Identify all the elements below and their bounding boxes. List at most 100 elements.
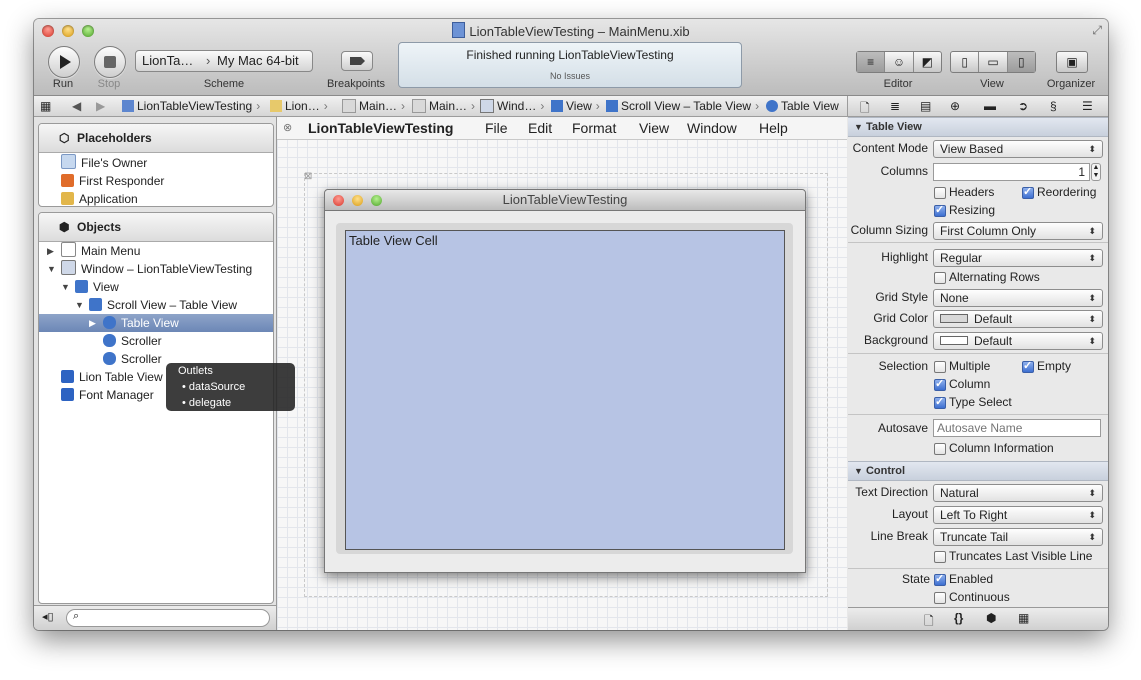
menu-file[interactable]: File	[485, 117, 508, 139]
grid-style-label: Grid Style	[875, 290, 928, 304]
outlet-delegate[interactable]: • delegate	[182, 397, 231, 409]
menu-close-icon[interactable]: ⊗	[283, 117, 292, 139]
enabled-label: Enabled	[949, 572, 994, 586]
column-checkbox[interactable]	[934, 377, 946, 391]
run-button[interactable]	[48, 46, 80, 78]
outline-item-table-view[interactable]: Table View	[103, 314, 179, 332]
placeholder-application[interactable]: Application	[61, 190, 138, 206]
outline-item-lion-table-view[interactable]: Lion Table View	[61, 368, 163, 386]
text-direction-popup[interactable]: Natural ⬍	[933, 484, 1103, 502]
outline-item-scroll-view[interactable]: Scroll View – Table View	[89, 296, 237, 314]
outlet-datasource[interactable]: • dataSource	[182, 381, 245, 393]
interface-builder-canvas[interactable]: ⊗ LionTableViewTesting File Edit Format …	[277, 117, 847, 630]
bindings-inspector-icon[interactable]: §	[1050, 99, 1057, 113]
grid-style-popup[interactable]: None ⬍	[933, 289, 1103, 307]
content-mode-popup[interactable]: View Based ⬍	[933, 140, 1103, 158]
grid-color-popup[interactable]: Default ⬍	[933, 310, 1103, 328]
disclosure-closed-icon[interactable]: ▶	[47, 246, 54, 257]
outline-search-field[interactable]: ⌕	[66, 609, 270, 627]
standard-editor-icon[interactable]: ≡	[857, 52, 886, 72]
column-sizing-popup[interactable]: First Column Only ⬍	[933, 222, 1103, 240]
outline-item-view[interactable]: View	[75, 278, 119, 296]
jumpbar-item-view[interactable]: View ›	[551, 96, 600, 116]
table-view-cell[interactable]: Table View Cell	[349, 233, 438, 248]
disclosure-open-icon[interactable]: ▼	[75, 300, 84, 310]
table-view-section-header[interactable]: ▼ Table View	[848, 117, 1108, 137]
scroll-view[interactable]: Table View Cell	[336, 223, 793, 554]
file-template-library-icon[interactable]: 🗋	[924, 612, 934, 630]
utilities-toggle-icon[interactable]: ▯	[1007, 52, 1035, 72]
empty-checkbox[interactable]	[1022, 359, 1034, 373]
jumpbar-item-table-view[interactable]: Table View	[766, 96, 839, 116]
outline-item-font-manager[interactable]: Font Manager	[61, 386, 154, 404]
jumpbar-item-xib[interactable]: Main… ›	[342, 96, 405, 116]
menu-view[interactable]: View	[639, 117, 669, 139]
jumpbar-item-xib-base[interactable]: Main… ›	[412, 96, 475, 116]
highlight-popup[interactable]: Regular ⬍	[933, 249, 1103, 267]
jumpbar-item-window[interactable]: Wind… ›	[480, 96, 544, 116]
enabled-checkbox[interactable]	[934, 572, 946, 586]
placeholder-first-responder[interactable]: First Responder	[61, 172, 164, 190]
type-select-checkbox[interactable]	[934, 395, 946, 409]
navigator-toggle-icon[interactable]: ▯	[951, 52, 980, 72]
stop-button[interactable]	[94, 46, 126, 78]
back-icon[interactable]: ◀	[72, 96, 81, 116]
menu-edit[interactable]: Edit	[528, 117, 552, 139]
headers-checkbox[interactable]	[934, 187, 946, 199]
object-library-icon[interactable]: ⬢	[986, 611, 996, 625]
effects-inspector-icon[interactable]: ☰	[1082, 99, 1093, 113]
menu-window[interactable]: Window	[687, 117, 737, 139]
fullscreen-icon[interactable]: ⤢	[1092, 23, 1102, 38]
multiple-checkbox[interactable]	[934, 361, 946, 373]
hide-outline-icon[interactable]: ◂▯	[42, 610, 54, 623]
table-view[interactable]: Table View Cell	[345, 230, 785, 550]
outline-item-main-menu[interactable]: Main Menu	[61, 242, 140, 260]
breakpoints-button[interactable]	[341, 51, 373, 71]
disclosure-open-icon[interactable]: ▼	[61, 282, 70, 292]
reordering-checkbox[interactable]	[1022, 185, 1034, 199]
disclosure-open-icon[interactable]: ▼	[47, 264, 56, 274]
design-window[interactable]: LionTableViewTesting Table View Cell	[324, 189, 806, 573]
disclosure-closed-icon[interactable]: ▶	[89, 318, 96, 329]
jumpbar-item-scroll-view[interactable]: Scroll View – Table View ›	[606, 96, 759, 116]
editor-segmented-control[interactable]: ≡ ☺ ◩	[856, 51, 942, 73]
columns-stepper[interactable]: ▲ ▼	[1091, 163, 1101, 181]
related-items-icon[interactable]: ▦	[40, 96, 51, 116]
size-inspector-icon[interactable]: ▬	[984, 99, 996, 113]
alternating-rows-checkbox[interactable]	[934, 272, 946, 284]
control-section-header[interactable]: ▼ Control	[848, 461, 1108, 481]
columns-field[interactable]: 1	[933, 163, 1090, 181]
layout-popup[interactable]: Left To Right ⬍	[933, 506, 1103, 524]
column-information-checkbox[interactable]	[934, 443, 946, 455]
outline-item-window[interactable]: Window – LionTableViewTesting	[61, 260, 252, 278]
version-editor-icon[interactable]: ◩	[914, 52, 941, 72]
menu-format[interactable]: Format	[572, 117, 616, 139]
forward-icon[interactable]: ▶	[96, 96, 105, 116]
code-snippet-library-icon[interactable]: {}	[954, 611, 963, 625]
menu-help[interactable]: Help	[759, 117, 788, 139]
view-segmented-control[interactable]: ▯ ▭ ▯	[950, 51, 1036, 73]
debug-area-toggle-icon[interactable]: ▭	[979, 52, 1008, 72]
autosave-name-field[interactable]	[933, 419, 1101, 437]
jumpbar-item-group[interactable]: Lion… ›	[270, 96, 328, 116]
menu-app-name[interactable]: LionTableViewTesting	[308, 117, 453, 139]
resizing-checkbox[interactable]	[934, 203, 946, 217]
truncates-last-visible-line-checkbox[interactable]	[934, 551, 946, 563]
quick-help-icon[interactable]: ≣	[890, 99, 900, 113]
identity-inspector-icon[interactable]: ▤	[920, 99, 931, 113]
remove-object-icon[interactable]: ⊠	[304, 171, 312, 182]
assistant-editor-icon[interactable]: ☺	[885, 52, 914, 72]
scheme-popup[interactable]: LionTa… › My Mac 64-bit	[135, 50, 313, 72]
line-break-popup[interactable]: Truncate Tail ⬍	[933, 528, 1103, 546]
media-library-icon[interactable]: ▦	[1018, 611, 1029, 625]
attributes-inspector-icon[interactable]: ⊕	[950, 99, 960, 113]
outline-item-scroller-2[interactable]: Scroller	[103, 350, 162, 368]
continuous-checkbox[interactable]	[934, 592, 946, 604]
outline-item-scroller-1[interactable]: Scroller	[103, 332, 162, 350]
jumpbar-item-project[interactable]: LionTableViewTesting ›	[122, 96, 260, 116]
files-owner-icon	[61, 154, 76, 169]
background-popup[interactable]: Default ⬍	[933, 332, 1103, 350]
connections-inspector-icon[interactable]: ➲	[1018, 99, 1028, 113]
organizer-button[interactable]: ▣	[1056, 51, 1088, 73]
placeholder-files-owner[interactable]: File's Owner	[61, 154, 147, 172]
